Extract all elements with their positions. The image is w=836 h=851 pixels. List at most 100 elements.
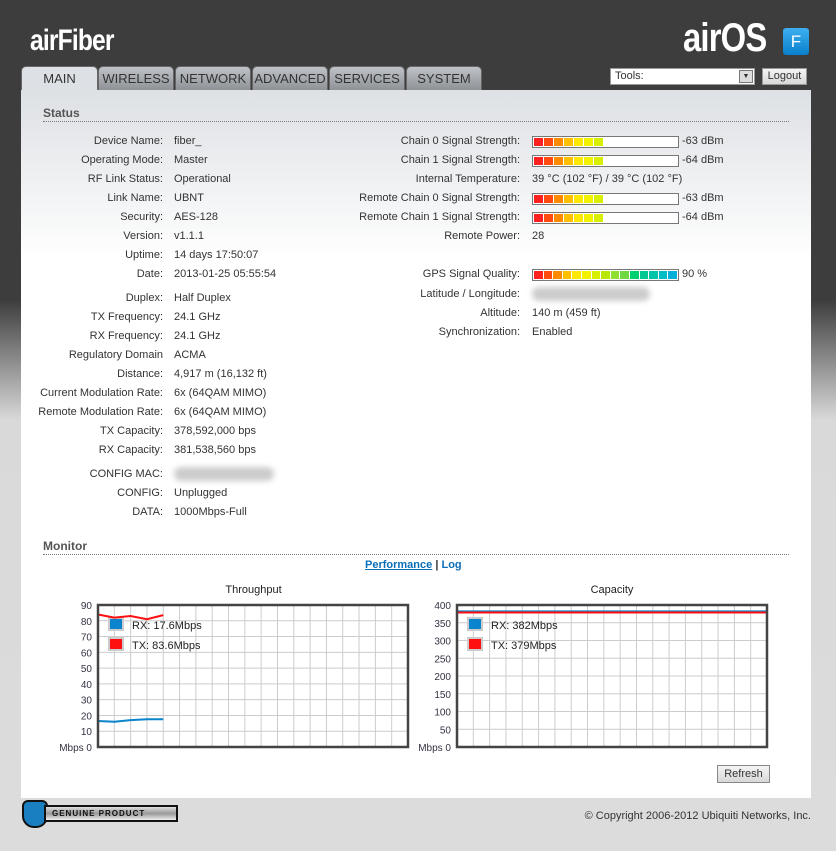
genuine-product-badge: GENUINE PRODUCT [22,800,178,828]
bar-segment [594,138,603,146]
legend-tx: TX: 379Mbps [491,640,557,652]
tools-select[interactable]: Tools: ▼ [610,68,755,85]
value-rx-frequency: 24.1 GHz [174,330,221,342]
label-tx-frequency: TX Frequency: [90,311,163,323]
label-config: CONFIG: [117,487,163,499]
value-remote-modulation-rate: 6x (64QAM MIMO) [174,406,267,418]
bar-segment [553,271,562,279]
bar-segment [610,271,620,279]
label-rx-capacity: RX Capacity: [98,444,163,456]
bar-segment [564,195,573,203]
bar-segment [544,157,553,165]
value-regulatory-domain: ACMA [174,349,206,361]
value-rf-link-status: Operational [174,173,231,185]
bar-segment [574,195,583,203]
value-tx-capacity: 378,592,000 bps [174,425,256,437]
airos-logo: airOS [683,16,767,60]
copyright: © Copyright 2006-2012 Ubiquiti Networks,… [584,810,811,822]
status-heading: Status [43,106,789,122]
label-date: Date: [136,268,163,280]
tab-network[interactable]: NETWORK [175,66,251,90]
value-distance: 4,917 m (16,132 ft) [174,368,267,380]
bar-segment [591,271,601,279]
label-data: DATA: [132,506,163,518]
label-remote-chain-0-signal-strength: Remote Chain 0 Signal Strength: [359,192,520,204]
label-config-mac: CONFIG MAC: [89,468,163,480]
airos-f-badge: F [783,28,809,55]
value-tx-frequency: 24.1 GHz [174,311,221,323]
value-duplex: Half Duplex [174,292,231,304]
y-tick-label: 70 [81,633,93,644]
tab-wireless[interactable]: WIRELESS [98,66,174,90]
label-gps-signal-quality: GPS Signal Quality: [422,268,520,280]
y-tick-label: 40 [81,680,93,691]
bar-segment [534,195,543,203]
legend-rx: RX: 17.6Mbps [132,620,202,632]
bar-segment [668,271,677,279]
label-device-name: Device Name: [93,135,163,147]
logout-button[interactable]: Logout [762,68,807,85]
log-link[interactable]: Log [441,559,461,571]
y-tick-label: 90 [81,601,93,612]
refresh-button[interactable]: Refresh [717,765,770,783]
bar-segment [639,271,649,279]
bar-segment [581,271,591,279]
label-latitude-longitude: Latitude / Longitude: [420,288,520,300]
label-current-modulation-rate: Current Modulation Rate: [40,387,163,399]
value-data: 1000Mbps-Full [174,506,247,518]
bar-segment [554,157,563,165]
value-version: v1.1.1 [174,230,204,242]
bar-segment [562,271,572,279]
y-tick-label: Mbps 0 [418,743,451,754]
tab-system[interactable]: SYSTEM [406,66,482,90]
legend-swatch-tx [467,637,483,651]
capacity-chart: Mbps 0 50 100 150 200 250 300 350 400 RX: 382Mbps… [418,601,769,754]
y-tick-label: 150 [434,690,451,701]
value-internal-temperature: 39 °C (102 °F) / 39 °C (102 °F) [532,173,683,185]
remote-chain-0-signal-strength-bar [532,193,679,205]
y-tick-label: 80 [81,617,93,628]
bar-segment [554,195,563,203]
tab-services[interactable]: SERVICES [329,66,405,90]
bar-segment [554,138,563,146]
y-tick-label: 250 [434,654,451,665]
y-tick-label: Mbps 0 [59,743,92,754]
bar-segment [574,157,583,165]
chevron-down-icon: ▼ [739,70,753,83]
y-tick-label: 400 [434,601,451,612]
value-gps-signal-quality: 90 % [682,268,708,280]
redacted-value [174,467,274,481]
label-remote-modulation-rate: Remote Modulation Rate: [38,406,163,418]
performance-link[interactable]: Performance [365,559,432,571]
label-rx-frequency: RX Frequency: [89,330,163,342]
chain-1-signal-strength-bar [532,155,679,167]
bar-segment [534,138,543,146]
bar-segment [574,214,583,222]
y-tick-label: 300 [434,637,451,648]
tab-main[interactable]: MAIN [21,66,98,91]
value-device-name: fiber_ [174,135,202,147]
remote-chain-1-signal-strength-bar [532,212,679,224]
label-synchronization: Synchronization: [438,326,520,338]
bar-segment [572,271,581,279]
tools-select-value: Tools: [615,70,644,82]
bar-segment [658,271,668,279]
gps-signal-quality-bar [532,269,679,281]
label-remote-power: Remote Power: [444,230,520,242]
y-tick-label: 10 [81,727,93,738]
value-current-modulation-rate: 6x (64QAM MIMO) [174,387,267,399]
redacted-value [532,287,650,301]
y-tick-label: 100 [434,708,451,719]
value-uptime: 14 days 17:50:07 [174,249,259,261]
bar-segment [584,138,593,146]
y-tick-label: 200 [434,672,451,683]
label-internal-temperature: Internal Temperature: [415,173,520,185]
value-synchronization: Enabled [532,326,573,338]
value-chain-1-signal-strength: -64 dBm [682,154,724,166]
bar-segment [544,214,553,222]
main-panel: Status Device Name: fiber_ Operating Mode:… [21,90,811,798]
label-rf-link-status: RF Link Status: [87,173,163,185]
bar-segment [543,271,553,279]
bar-segment [544,195,553,203]
tab-advanced[interactable]: ADVANCED [252,66,328,90]
